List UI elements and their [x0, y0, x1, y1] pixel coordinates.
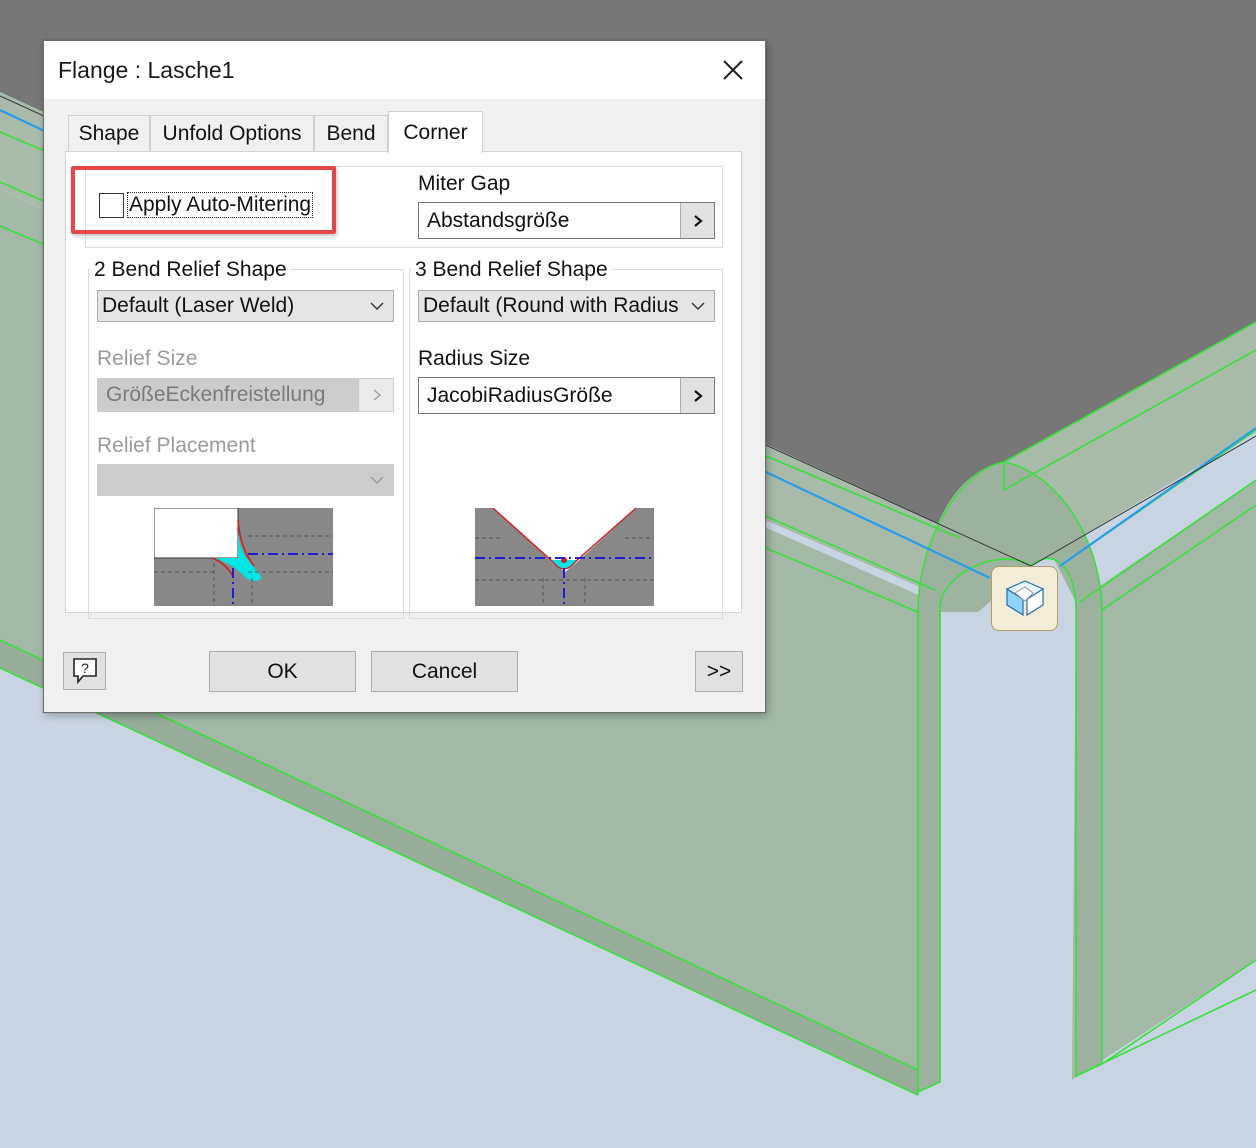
bend3-shape-select[interactable]: Default (Round with Radius — [418, 290, 715, 322]
tab-corner[interactable]: Corner — [388, 111, 483, 153]
bend3-preview-image — [475, 508, 654, 606]
bend2-shape-select[interactable]: Default (Laser Weld) — [97, 290, 394, 322]
bend3-shape-value: Default (Round with Radius — [423, 294, 679, 317]
bend2-preview-image — [154, 508, 333, 606]
chevron-down-icon — [361, 302, 393, 311]
svg-text:?: ? — [81, 660, 89, 676]
miter-gap-label: Miter Gap — [418, 172, 511, 195]
relief-size-field: GrößeEckenfreistellung — [97, 378, 394, 412]
relief-placement-select — [97, 464, 394, 496]
close-icon — [723, 60, 743, 80]
radius-size-value: JacobiRadiusGröße — [427, 383, 613, 407]
miter-gap-arrow-button[interactable] — [680, 203, 714, 238]
tab-bend[interactable]: Bend — [314, 115, 388, 151]
chevron-right-icon — [372, 389, 381, 401]
relief-size-arrow-button — [359, 379, 393, 411]
relief-placement-label: Relief Placement — [97, 434, 256, 457]
chevron-down-icon — [361, 476, 393, 485]
chevron-right-icon — [693, 389, 703, 402]
close-button[interactable] — [701, 41, 765, 99]
bend3-title: 3 Bend Relief Shape — [412, 258, 611, 282]
ok-button[interactable]: OK — [209, 651, 356, 692]
help-icon: ? — [72, 658, 97, 685]
flange-dialog: Flange : Lasche1 Shape Unfold Options Be… — [43, 40, 766, 713]
tab-shape[interactable]: Shape — [68, 115, 150, 151]
help-button[interactable]: ? — [63, 652, 106, 690]
dialog-title: Flange : Lasche1 — [58, 57, 235, 83]
radius-size-arrow-button[interactable] — [680, 378, 714, 413]
cancel-button[interactable]: Cancel — [371, 651, 518, 692]
relief-size-value: GrößeEckenfreistellung — [106, 383, 326, 406]
corner-relief-glyph-icon — [1005, 579, 1044, 616]
corner-relief-glyph[interactable] — [991, 566, 1058, 631]
chevron-down-icon — [682, 302, 714, 311]
highlight-box — [71, 166, 336, 234]
relief-size-label: Relief Size — [97, 347, 198, 370]
bend2-shape-value: Default (Laser Weld) — [102, 294, 295, 317]
chevron-right-icon — [693, 214, 703, 227]
bend2-title: 2 Bend Relief Shape — [91, 258, 290, 282]
radius-size-field[interactable]: JacobiRadiusGröße — [418, 377, 715, 414]
corner-tab-panel: Apply Auto-Mitering Miter Gap Abstandsgr… — [65, 151, 742, 619]
tab-unfold-options[interactable]: Unfold Options — [150, 115, 314, 151]
miter-gap-field[interactable]: Abstandsgröße — [418, 202, 715, 239]
miter-gap-value: Abstandsgröße — [427, 208, 570, 232]
radius-size-label: Radius Size — [418, 347, 531, 370]
more-button[interactable]: >> — [695, 651, 743, 692]
dialog-titlebar: Flange : Lasche1 — [44, 41, 765, 99]
